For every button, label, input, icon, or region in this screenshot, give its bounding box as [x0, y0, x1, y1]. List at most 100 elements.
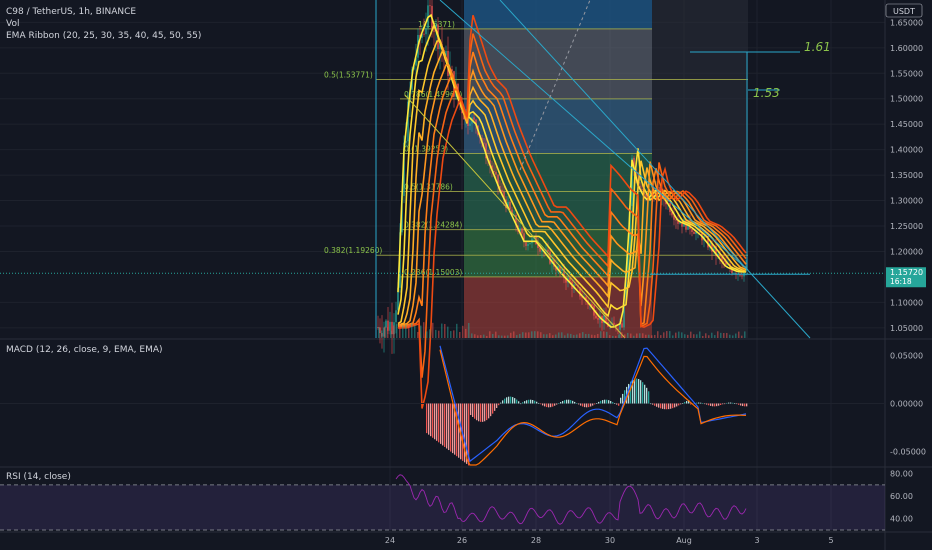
time-tick-3: 30: [605, 536, 615, 545]
candle-body-107: [591, 304, 593, 306]
macd-hist-bar-93: [612, 402, 614, 404]
macd-hist-bar-16: [458, 403, 460, 458]
macd-hist-bar-144: [714, 403, 716, 407]
macd-hist-bar-50: [526, 400, 528, 404]
candle-body-158: [693, 231, 695, 234]
candle-body-4: [385, 320, 387, 328]
macd-hist-bar-31: [488, 403, 490, 419]
volume-bar-42: [504, 335, 506, 338]
volume-bar-52: [534, 331, 536, 338]
ema-ribbon-label[interactable]: EMA Ribbon (20, 25, 30, 35, 40, 45, 50, …: [6, 30, 201, 42]
macd-hist-bar-110: [646, 387, 648, 404]
macd-hist-bar-152: [730, 402, 732, 404]
macd-hist-bar-128: [682, 403, 684, 404]
volume-bar-33: [477, 335, 479, 338]
volume-bar-119: [735, 333, 737, 338]
volume-bar-30: [468, 322, 470, 338]
candle-body-178: [733, 273, 735, 274]
macd-hist-bar-151: [728, 402, 730, 404]
macd-hist-bar-114: [654, 403, 656, 406]
rsi-legend[interactable]: RSI (14, close): [6, 471, 71, 483]
volume-bar-75: [603, 331, 605, 338]
macd-hist-bar-154: [734, 403, 736, 404]
macd-hist-bar-138: [702, 403, 704, 404]
macd-hist-bar-41: [508, 396, 510, 404]
time-tick-0: 24: [385, 536, 395, 545]
macd-hist-bar-159: [744, 403, 746, 407]
macd-hist-bar-47: [520, 403, 522, 405]
volume-bar-62: [564, 335, 566, 338]
macd-hist-bar-109: [644, 384, 646, 404]
time-tick-2: 28: [531, 536, 541, 545]
macd-hist-bar-158: [742, 403, 744, 407]
volume-bar-57: [549, 333, 551, 338]
macd-hist-bar-123: [672, 403, 674, 409]
volume-bar-83: [627, 332, 629, 338]
volume-bar-14: [420, 325, 422, 338]
macd-hist-bar-43: [512, 397, 514, 404]
macd-hist-bar-139: [704, 403, 706, 405]
macd-hist-bar-117: [660, 403, 662, 409]
volume-bar-34: [480, 335, 482, 338]
trading-chart[interactable]: 0.5(1.53771)0.382(1.19260)0.786(1.49967)…: [0, 0, 932, 550]
macd-hist-bar-148: [722, 403, 724, 405]
macd-hist-bar-34: [494, 403, 496, 411]
macd-hist-bar-153: [732, 402, 734, 404]
volume-bar-45: [513, 331, 515, 338]
candle-body-118: [613, 322, 615, 325]
macd-hist-bar-53: [532, 400, 534, 404]
macd-hist-bar-118: [662, 403, 664, 409]
volume-bar-73: [597, 333, 599, 338]
macd-hist-bar-95: [616, 403, 618, 405]
volume-bar-49: [525, 332, 527, 338]
volume-bar-65: [573, 335, 575, 338]
macd-hist-bar-89: [604, 399, 606, 404]
macd-hist-bar-92: [610, 400, 612, 404]
macd-tick-1: 0.00000: [890, 400, 923, 409]
macd-hist-bar-22: [470, 403, 472, 416]
volume-bar-111: [711, 332, 713, 338]
volume-bar-86: [636, 333, 638, 338]
macd-hist-bar-59: [544, 403, 546, 407]
volume-bar-40: [498, 335, 500, 338]
volume-bar-11: [411, 323, 413, 338]
price-tick-6: 1.35000: [890, 171, 923, 180]
volume-bar-108: [702, 335, 704, 338]
macd-hist-bar-29: [484, 403, 486, 422]
macd-hist-bar-140: [706, 403, 708, 405]
macd-hist-bar-124: [674, 403, 676, 408]
rsi-tick-0: 80.00: [890, 470, 913, 479]
macd-hist-bar-88: [602, 400, 604, 404]
volume-bar-109: [705, 333, 707, 338]
volume-bar-92: [654, 334, 656, 338]
macd-hist-bar-12: [450, 403, 452, 452]
price-tick-3: 1.50000: [890, 95, 923, 104]
volume-bar-98: [672, 335, 674, 338]
macd-legend[interactable]: MACD (12, 26, close, 9, EMA, EMA): [6, 344, 163, 356]
candle-body-23: [423, 33, 425, 35]
macd-hist-bar-1: [428, 403, 430, 435]
macd-hist-bar-107: [640, 380, 642, 404]
fib-label-5: 0.382(1.24284): [404, 221, 462, 230]
volume-bar-6: [396, 324, 398, 338]
macd-hist-bar-27: [480, 403, 482, 422]
macd-hist-bar-160: [746, 403, 748, 407]
volume-bar-21: [441, 323, 443, 338]
current-price-label: 1.15720: [890, 268, 923, 277]
macd-hist-bar-120: [666, 403, 668, 410]
macd-hist-bar-25: [476, 403, 478, 421]
macd-hist-bar-108: [642, 382, 644, 404]
volume-bar-88: [642, 333, 644, 338]
macd-hist-bar-0: [426, 403, 428, 434]
volume-bar-112: [714, 335, 716, 338]
volume-bar-70: [588, 333, 590, 338]
symbol-label[interactable]: C98 / TetherUS, 1h, BINANCE: [6, 6, 201, 18]
macd-hist-bar-141: [708, 403, 710, 406]
price-tick-4: 1.45000: [890, 120, 923, 129]
price-tick-7: 1.30000: [890, 197, 923, 206]
candle-body-74: [525, 242, 527, 246]
volume-label[interactable]: Vol: [6, 18, 201, 30]
countdown-label: 16:18: [890, 277, 912, 286]
candle-body-62: [501, 189, 503, 192]
macd-hist-bar-46: [518, 401, 520, 404]
